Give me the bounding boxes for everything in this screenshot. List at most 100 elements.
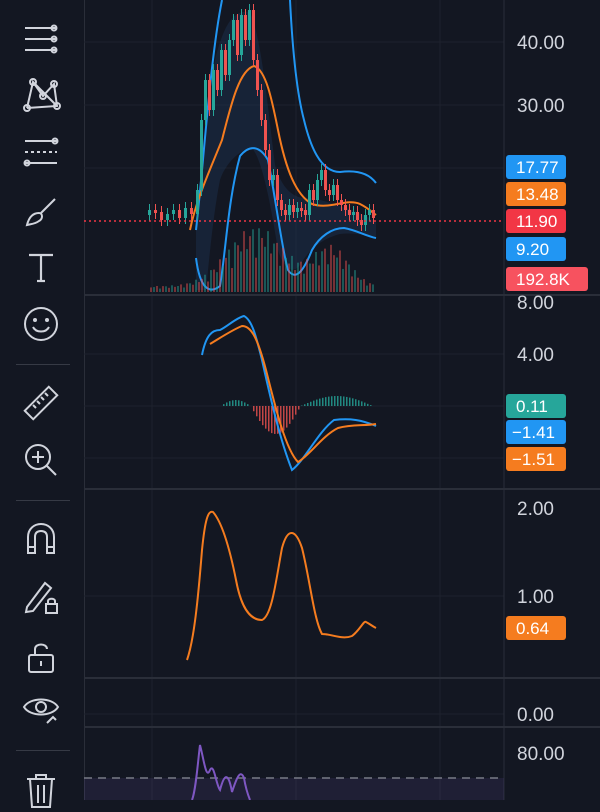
- atr-pane[interactable]: [187, 512, 376, 660]
- unlock-icon[interactable]: [18, 634, 64, 680]
- eye-icon[interactable]: [18, 686, 64, 732]
- candle-body: [184, 208, 187, 218]
- volume-bar: [273, 244, 275, 292]
- volume-bar: [183, 287, 185, 292]
- candle-body: [236, 20, 239, 55]
- macd-pane[interactable]: [202, 316, 376, 470]
- candle-body: [280, 200, 283, 210]
- candle-body: [368, 210, 371, 215]
- volume-bar: [219, 259, 221, 292]
- fib-tools-icon[interactable]: [18, 129, 64, 175]
- chart-area[interactable]: 40.00 30.00 8.00 4.00 2.00 1.00 0.00 80.…: [84, 0, 600, 800]
- ruler-icon[interactable]: [18, 380, 64, 426]
- candle-body: [178, 210, 181, 218]
- macd-badge: −1.51: [506, 447, 566, 471]
- candle-body: [308, 190, 311, 215]
- candle-body: [352, 212, 355, 215]
- histogram-bar: [289, 406, 291, 424]
- volume-bar: [246, 249, 248, 292]
- svg-text:11.90: 11.90: [516, 212, 557, 231]
- histogram-bar: [283, 406, 285, 431]
- brush-icon[interactable]: [18, 188, 64, 234]
- trend-lines-icon[interactable]: [18, 16, 64, 62]
- volume-bar: [195, 280, 197, 292]
- volume-bar: [306, 259, 308, 292]
- patterns-icon[interactable]: [18, 71, 64, 117]
- volume-bar: [312, 264, 314, 292]
- candle-body: [300, 208, 303, 211]
- histogram-bar: [223, 404, 225, 406]
- candle-body: [320, 170, 323, 180]
- candle-body: [232, 20, 235, 40]
- histogram-bar: [361, 401, 363, 406]
- volume-bar: [324, 249, 326, 292]
- emoji-icon[interactable]: [18, 301, 64, 347]
- svg-text:0.64: 0.64: [516, 619, 549, 638]
- svg-text:17.77: 17.77: [516, 158, 559, 177]
- candle-body: [268, 150, 271, 180]
- volume-bar: [213, 270, 215, 292]
- volume-bar: [282, 248, 284, 292]
- histogram-bar: [358, 400, 360, 406]
- volume-bar: [366, 286, 368, 292]
- candle-body: [336, 185, 339, 200]
- volume-bar: [156, 286, 158, 292]
- candle-body: [212, 70, 215, 110]
- volume-bar: [210, 270, 212, 292]
- candle-body: [292, 205, 295, 212]
- candle-body: [252, 10, 255, 60]
- histogram-bar: [241, 401, 243, 406]
- volume-bar: [345, 261, 347, 292]
- histogram-bar: [349, 398, 351, 406]
- candle-body: [356, 212, 359, 220]
- candle-body: [348, 210, 351, 215]
- volume-series: [150, 228, 374, 292]
- trash-icon[interactable]: [18, 766, 64, 812]
- histogram-bar: [310, 402, 312, 406]
- volume-bar: [279, 266, 281, 292]
- volume-bar: [309, 263, 311, 292]
- volume-bar: [294, 270, 296, 292]
- atr-line: [187, 512, 376, 660]
- macd-axis-label: 4.00: [517, 345, 554, 366]
- candle-body: [324, 170, 327, 190]
- magnet-icon[interactable]: [18, 516, 64, 562]
- chart-canvas[interactable]: 40.00 30.00 8.00 4.00 2.00 1.00 0.00 80.…: [84, 0, 600, 800]
- volume-bar: [339, 250, 341, 292]
- price-badge: 11.90: [506, 209, 566, 233]
- volume-bar: [252, 229, 254, 292]
- volume-bar: [225, 258, 227, 292]
- candle-body: [260, 90, 263, 120]
- volume-bar: [171, 285, 173, 292]
- volume-bar: [291, 256, 293, 292]
- candle-body: [172, 210, 175, 214]
- histogram-bar: [259, 406, 261, 421]
- candle-body: [288, 205, 291, 215]
- svg-text:0.11: 0.11: [516, 397, 548, 416]
- svg-text:192.8K: 192.8K: [516, 270, 571, 289]
- candle-body: [284, 210, 287, 215]
- candle-body: [340, 200, 343, 205]
- candle-body: [244, 15, 247, 40]
- price-pane[interactable]: [84, 0, 504, 292]
- volume-bar: [228, 250, 230, 292]
- rsi-pane[interactable]: [84, 745, 504, 800]
- volume-bar: [276, 243, 278, 292]
- lock-drawing-icon[interactable]: [18, 574, 64, 620]
- histogram-bar: [367, 404, 369, 406]
- volume-bar: [198, 282, 200, 292]
- volume-bar: [270, 254, 272, 292]
- volume-bar: [180, 284, 182, 292]
- volume-bar: [216, 272, 218, 292]
- volume-bar: [369, 283, 371, 292]
- histogram-bar: [226, 402, 228, 406]
- candle-body: [216, 70, 219, 90]
- candle-body: [256, 60, 259, 90]
- zoom-in-icon[interactable]: [18, 437, 64, 483]
- volume-bar: [186, 283, 188, 292]
- text-icon[interactable]: [18, 244, 64, 290]
- volume-bar: [177, 286, 179, 292]
- histogram-bar: [346, 397, 348, 406]
- candle-body: [240, 15, 243, 55]
- macd-histogram: [223, 396, 372, 434]
